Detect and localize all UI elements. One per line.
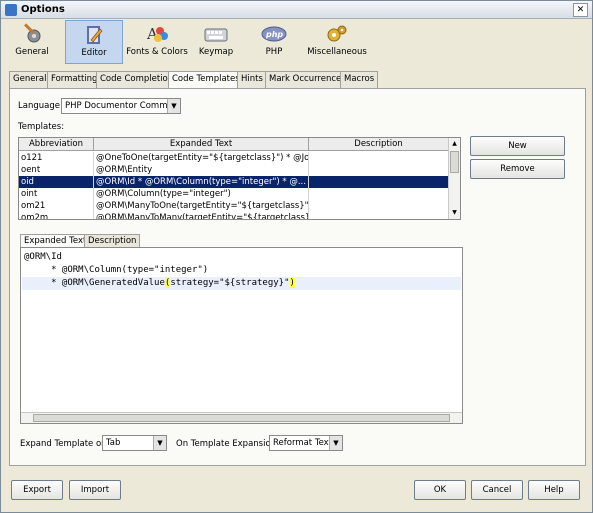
on-expansion-value: Reformat Text bbox=[273, 438, 333, 448]
scroll-thumb[interactable] bbox=[450, 151, 459, 173]
cell-description bbox=[309, 212, 449, 219]
category-label: Fonts & Colors bbox=[126, 47, 188, 57]
column-abbreviation[interactable]: Abbreviation bbox=[19, 138, 94, 151]
scroll-thumb[interactable] bbox=[33, 414, 450, 422]
table-row[interactable]: om21 @ORM\ManyToOne(targetEntity="${targ… bbox=[19, 200, 449, 212]
table-row[interactable]: o121 @OneToOne(targetEntity="${targetcla… bbox=[19, 152, 449, 164]
cancel-button[interactable]: Cancel bbox=[471, 480, 523, 500]
cell-expanded-text: @ORM\ManyToMany(targetEntity="${targetcl… bbox=[94, 212, 309, 219]
cell-abbreviation: om2m bbox=[19, 212, 94, 219]
table-header: Abbreviation Expanded Text Description bbox=[19, 138, 449, 151]
editor-current-line: * @ORM\GeneratedValue(strategy="${strate… bbox=[22, 277, 461, 290]
cell-expanded-text: @ORM\Entity bbox=[94, 164, 309, 176]
tab-formatting[interactable]: Formatting bbox=[47, 71, 102, 88]
category-label: Editor bbox=[81, 48, 107, 58]
help-button[interactable]: Help bbox=[528, 480, 580, 500]
tab-expanded-text[interactable]: Expanded Text bbox=[20, 234, 91, 248]
chevron-down-icon: ▼ bbox=[167, 99, 180, 113]
import-button[interactable]: Import bbox=[69, 480, 121, 500]
cell-expanded-text: @ORM\Column(type="integer") bbox=[94, 188, 309, 200]
window-title: Options bbox=[21, 4, 65, 15]
scroll-down-icon[interactable]: ▼ bbox=[449, 207, 460, 219]
scroll-up-icon[interactable]: ▲ bbox=[449, 138, 460, 150]
templates-label: Templates: bbox=[18, 122, 65, 132]
tab-hints[interactable]: Hints bbox=[237, 71, 267, 88]
tab-general[interactable]: General bbox=[9, 71, 51, 88]
category-label: Keymap bbox=[198, 47, 234, 57]
tab-description[interactable]: Description bbox=[84, 234, 141, 248]
tab-macros[interactable]: Macros bbox=[340, 71, 379, 88]
close-button[interactable]: ✕ bbox=[573, 3, 588, 17]
category-label: Miscellaneous bbox=[307, 47, 367, 57]
editor-line: * @ORM\Column(type="integer") bbox=[24, 265, 209, 275]
table-scrollbar[interactable]: ▲ ▼ bbox=[448, 138, 460, 219]
svg-text:php: php bbox=[265, 30, 283, 39]
category-general[interactable]: General bbox=[7, 20, 57, 64]
editor-line: @ORM\Id bbox=[24, 252, 62, 262]
new-button[interactable]: New bbox=[470, 136, 565, 156]
chevron-down-icon: ▼ bbox=[153, 436, 166, 450]
cell-abbreviation: oint bbox=[19, 188, 94, 200]
category-miscellaneous[interactable]: Miscellaneous bbox=[307, 20, 367, 64]
code-templates-panel: Language: PHP Documentor Comment ▼ Templ… bbox=[9, 88, 586, 466]
tab-code-templates[interactable]: Code Templates bbox=[168, 71, 244, 89]
category-label: General bbox=[15, 47, 49, 57]
cell-expanded-text: @ORM\ManyToOne(targetEntity="${targetcla… bbox=[96, 200, 309, 212]
title-bar: Options ✕ bbox=[1, 1, 592, 19]
php-icon: php bbox=[261, 23, 287, 45]
tab-code-completion[interactable]: Code Completion bbox=[96, 71, 178, 88]
on-expansion-select[interactable]: Reformat Text ▼ bbox=[269, 435, 343, 451]
remove-button[interactable]: Remove bbox=[470, 159, 565, 179]
app-icon bbox=[5, 4, 17, 16]
wrench-gear-icon bbox=[19, 23, 45, 45]
category-editor[interactable]: Editor bbox=[65, 20, 123, 64]
cell-expanded-text: @OneToOne(targetEntity="${targetclass}")… bbox=[96, 152, 309, 164]
chevron-down-icon: ▼ bbox=[329, 436, 342, 450]
expanded-text-editor[interactable]: @ORM\Id * @ORM\Column(type="integer") * … bbox=[20, 247, 463, 424]
cell-description bbox=[309, 152, 449, 164]
category-fonts-colors[interactable]: A Fonts & Colors bbox=[125, 20, 189, 64]
export-button[interactable]: Export bbox=[11, 480, 63, 500]
cell-description bbox=[309, 164, 449, 176]
templates-table: Abbreviation Expanded Text Description o… bbox=[18, 137, 461, 220]
misc-gears-icon bbox=[324, 23, 350, 45]
cell-abbreviation: oid bbox=[19, 176, 94, 188]
expand-on-value: Tab bbox=[106, 438, 121, 448]
editor-pencil-icon bbox=[81, 24, 107, 46]
bracket-match-close: ) bbox=[289, 278, 295, 288]
language-value: PHP Documentor Comment bbox=[65, 101, 181, 111]
tab-mark-occurrences[interactable]: Mark Occurrences bbox=[265, 71, 350, 88]
column-description[interactable]: Description bbox=[309, 138, 449, 151]
column-expanded-text[interactable]: Expanded Text bbox=[94, 138, 309, 151]
table-row-selected[interactable]: oid @ORM\Id * @ORM\Column(type="integer"… bbox=[19, 176, 449, 188]
category-php[interactable]: php PHP bbox=[251, 20, 297, 64]
table-row[interactable]: om2m @ORM\ManyToMany(targetEntity="${tar… bbox=[19, 212, 449, 219]
ok-button[interactable]: OK bbox=[414, 480, 466, 500]
language-label: Language: bbox=[18, 101, 63, 111]
editor-scrollbar[interactable] bbox=[21, 412, 462, 423]
cell-expanded-text: @ORM\Id * @ORM\Column(type="integer") * … bbox=[94, 176, 309, 188]
cell-description bbox=[309, 176, 449, 188]
cell-abbreviation: oent bbox=[19, 164, 94, 176]
category-toolbar: General Editor A Fonts & Colors Keymap p… bbox=[1, 19, 592, 65]
cell-abbreviation: o121 bbox=[19, 152, 94, 164]
expand-on-label: Expand Template on: bbox=[20, 439, 110, 449]
cell-abbreviation: om21 bbox=[19, 200, 94, 212]
cell-description bbox=[309, 188, 449, 200]
category-label: PHP bbox=[265, 47, 283, 57]
table-row[interactable]: oint @ORM\Column(type="integer") bbox=[19, 188, 449, 200]
language-select[interactable]: PHP Documentor Comment ▼ bbox=[61, 98, 181, 114]
expand-on-select[interactable]: Tab ▼ bbox=[102, 435, 167, 451]
on-expansion-label: On Template Expansion: bbox=[176, 439, 279, 449]
category-keymap[interactable]: Keymap bbox=[191, 20, 241, 64]
keyboard-icon bbox=[203, 23, 229, 45]
options-dialog: Options ✕ General Editor A Fonts & Color… bbox=[0, 0, 593, 513]
table-row[interactable]: oent @ORM\Entity bbox=[19, 164, 449, 176]
cell-description bbox=[309, 200, 449, 212]
fonts-colors-icon: A bbox=[144, 23, 170, 45]
